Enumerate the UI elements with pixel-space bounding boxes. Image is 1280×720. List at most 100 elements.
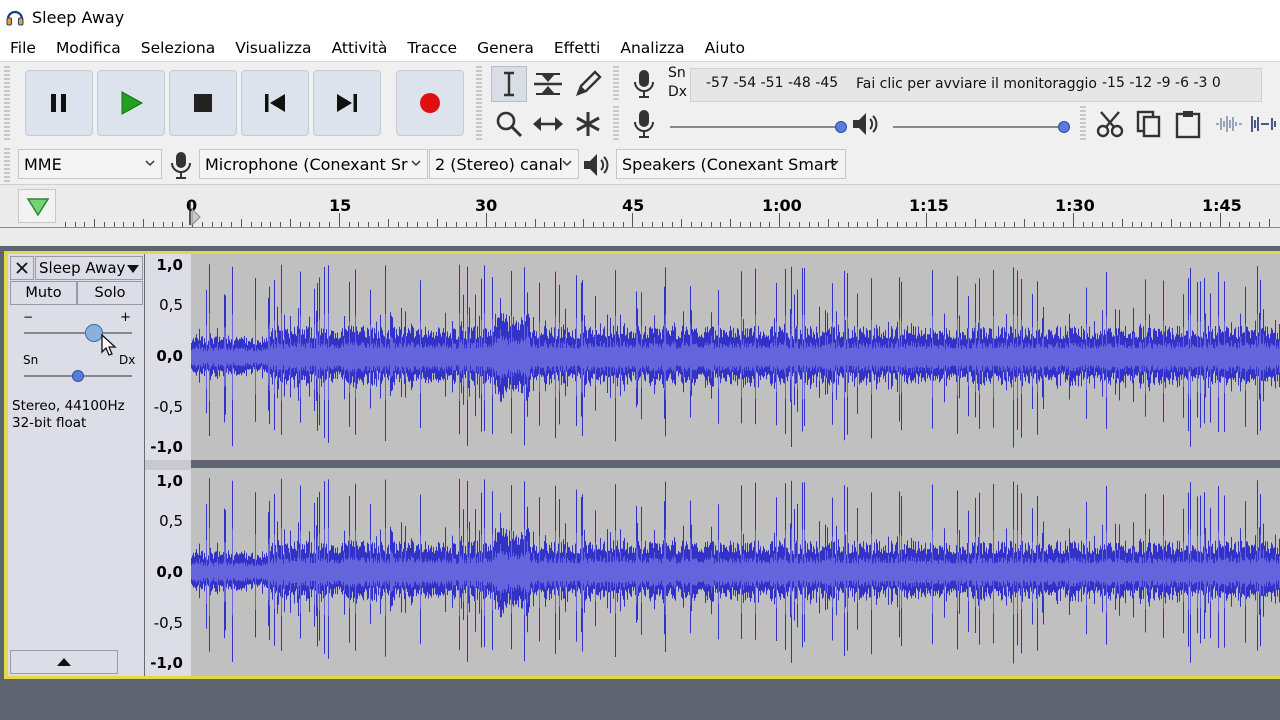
meter-right-label: Dx [668, 84, 688, 100]
caret-up-icon [57, 658, 71, 666]
timeline-tick [290, 219, 291, 227]
menu-genera[interactable]: Genera [467, 39, 544, 57]
draw-tool-button[interactable] [570, 66, 606, 102]
ruler-label: -0,5 [153, 614, 183, 632]
toolbar-grip[interactable] [4, 66, 10, 142]
recording-channels-select[interactable]: 2 (Stereo) canal [429, 149, 579, 179]
menu-tracce[interactable]: Tracce [397, 39, 467, 57]
menu-visualizza[interactable]: Visualizza [225, 39, 321, 57]
menu-modifica[interactable]: Modifica [46, 39, 131, 57]
timeline-tick [554, 222, 555, 227]
playback-device-select[interactable]: Speakers (Conexant Smart [616, 149, 846, 179]
chevron-down-icon [562, 160, 572, 167]
zoom-tool-button[interactable] [491, 106, 527, 142]
playhead-triangle-icon [26, 198, 50, 217]
timeline-tick [486, 213, 487, 227]
timeline-tick [446, 222, 447, 227]
timeline-label: 1:30 [1055, 196, 1095, 215]
toolbar-grip[interactable] [476, 66, 482, 142]
timeline-tick [143, 219, 144, 227]
stop-button[interactable] [169, 70, 237, 136]
timeline-tick [583, 219, 584, 227]
silence-audio-button[interactable] [1246, 106, 1280, 142]
mute-button[interactable]: Muto [10, 281, 77, 305]
ruler-label: -1,0 [150, 438, 183, 456]
waveform-rms [191, 527, 1280, 617]
audio-host-select[interactable]: MME [18, 149, 162, 179]
menu-effetti[interactable]: Effetti [544, 39, 610, 57]
recording-volume-slider[interactable] [670, 126, 842, 128]
cut-button[interactable] [1092, 106, 1128, 142]
menu-file[interactable]: File [0, 39, 46, 57]
pan-slider-thumb[interactable] [72, 370, 84, 382]
ruler-label: 1,0 [156, 472, 183, 490]
timeline-tick [1063, 222, 1064, 227]
skip-start-button[interactable] [241, 70, 309, 136]
timeline-ruler[interactable]: 0 15 30 45 1:00 1:15 1:30 1:45 [0, 184, 1280, 228]
recording-channels-value: 2 (Stereo) canal [435, 154, 563, 174]
skip-end-button[interactable] [313, 70, 381, 136]
recording-device-select[interactable]: Microphone (Conexant Sr [199, 149, 428, 179]
record-button[interactable] [396, 70, 464, 136]
collapse-track-button[interactable] [10, 650, 118, 674]
timeline-tick [1200, 222, 1201, 227]
track-name-menu[interactable]: Sleep Away [35, 256, 143, 280]
timeline-tick [231, 222, 232, 227]
timeline-tick [711, 222, 712, 227]
menu-bar: File Modifica Seleziona Visualizza Attiv… [0, 34, 1280, 61]
solo-label: Solo [94, 285, 126, 301]
timeline-tick [221, 222, 222, 227]
menu-seleziona[interactable]: Seleziona [131, 39, 225, 57]
timeline-tick [799, 222, 800, 227]
timeline-tick [329, 222, 330, 227]
skip-end-icon [337, 94, 357, 112]
timeline-tick [1112, 222, 1113, 227]
trim-audio-button[interactable] [1210, 106, 1246, 142]
toolbar-grip[interactable] [4, 148, 10, 182]
track-name: Sleep Away [39, 259, 126, 277]
recording-volume-thumb[interactable] [835, 121, 847, 133]
pan-slider[interactable] [24, 369, 132, 383]
left-channel-waveform [191, 264, 1280, 448]
track-control-panel[interactable]: Sleep Away Muto Solo − + Sn Dx Stereo, 4… [8, 254, 145, 676]
empty-track-space[interactable] [0, 680, 1280, 720]
timeline-tick [652, 222, 653, 227]
timeline-tick [1102, 222, 1103, 227]
paste-button[interactable] [1170, 106, 1206, 142]
microphone-icon [634, 70, 654, 98]
chevron-down-icon [411, 160, 421, 167]
channel-separator [145, 460, 191, 470]
toolbar-grip[interactable] [613, 106, 619, 142]
copy-button[interactable] [1131, 106, 1167, 142]
menu-aiuto[interactable]: Aiuto [695, 39, 755, 57]
monitor-prompt[interactable]: Fai clic per avviare il monitoraggio [856, 76, 1097, 92]
envelope-tool-button[interactable] [530, 66, 566, 102]
playback-volume-thumb[interactable] [1058, 121, 1070, 133]
timeline-tick [1024, 219, 1025, 227]
ruler-label: 0,5 [159, 296, 183, 314]
close-track-button[interactable] [10, 256, 34, 280]
toolbar-grip[interactable] [613, 66, 619, 102]
pin-playhead-button[interactable] [18, 189, 56, 223]
ruler-label: -0,5 [153, 398, 183, 416]
vertical-ruler[interactable]: 1,0 0,5 0,0 -0,5 -1,0 1,0 0,5 0,0 -0,5 -… [145, 254, 191, 676]
play-button[interactable] [97, 70, 165, 136]
timeline-tick [378, 222, 379, 227]
timeline-label: 1:15 [909, 196, 949, 215]
timeline-tick [319, 222, 320, 227]
timeline-tick [388, 219, 389, 227]
gain-minus-label: − [23, 310, 34, 324]
selection-tool-button[interactable] [491, 66, 527, 102]
toolbar-grip[interactable] [1080, 106, 1086, 142]
timeline-tick [349, 222, 350, 227]
play-icon [121, 91, 144, 115]
multi-tool-button[interactable] [570, 106, 606, 142]
pause-button[interactable] [25, 70, 93, 136]
toolbar-area: Sn Dx -57 -54 -51 -48 -45 Fai clic per a… [0, 61, 1280, 184]
menu-analizza[interactable]: Analizza [610, 39, 694, 57]
solo-button[interactable]: Solo [77, 281, 143, 305]
timeline-tick [867, 222, 868, 227]
playback-volume-slider[interactable] [893, 126, 1063, 128]
time-shift-tool-button[interactable] [530, 106, 566, 142]
menu-attivita[interactable]: Attività [322, 39, 398, 57]
